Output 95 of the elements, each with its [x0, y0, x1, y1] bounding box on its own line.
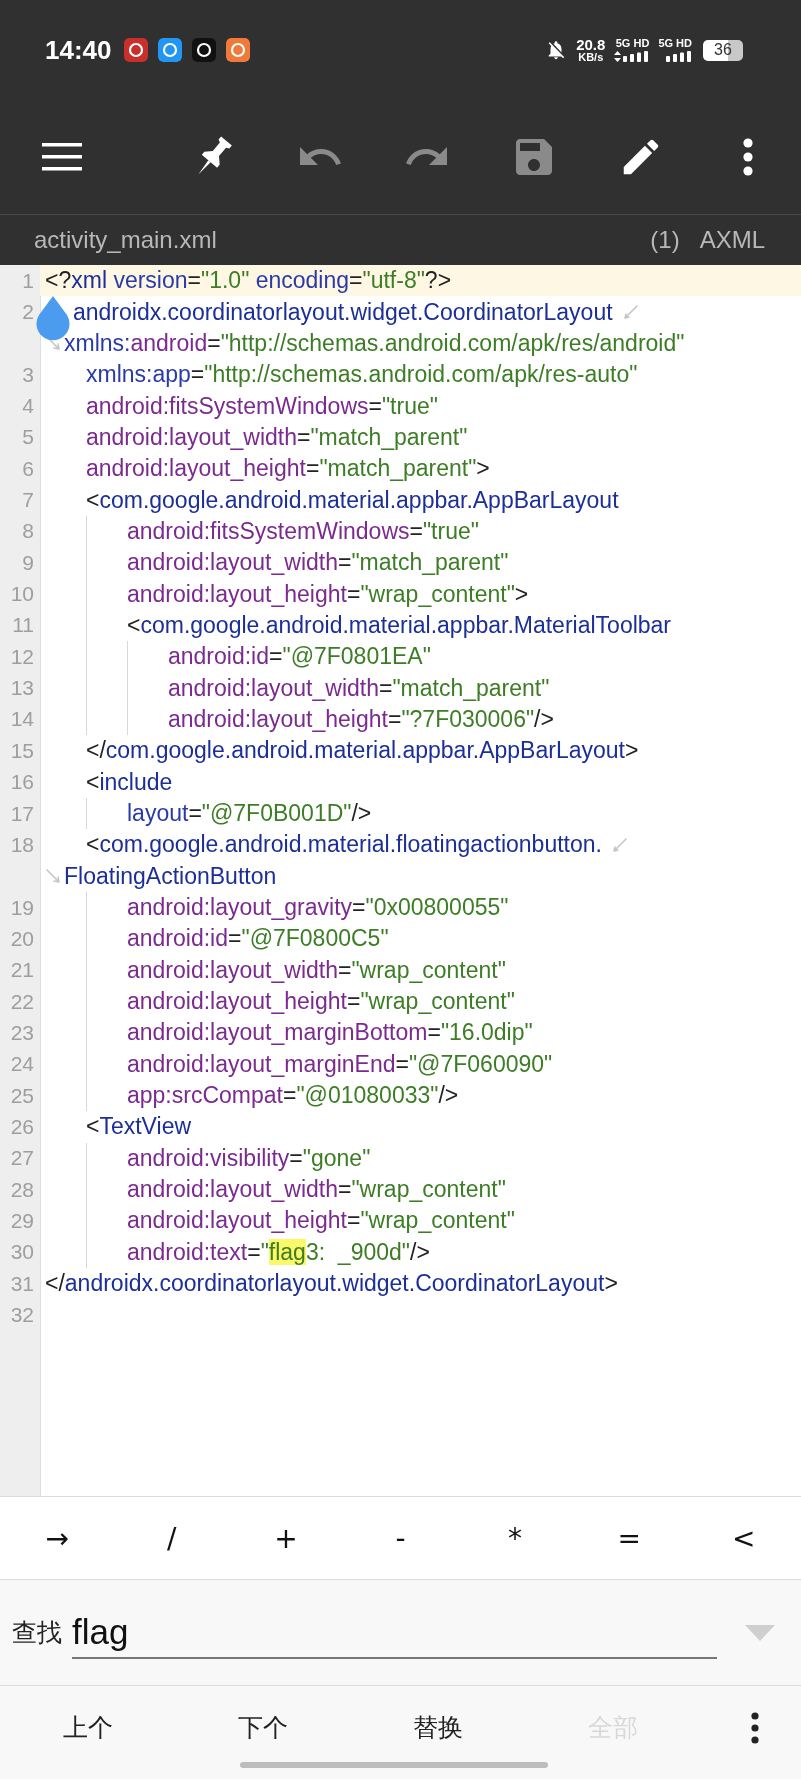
code-line: android:text="flag3: _900d"/>	[127, 1238, 430, 1266]
match-count: (1)	[650, 226, 680, 254]
line-number: 25	[9, 1082, 35, 1109]
line-number: 28	[9, 1176, 35, 1203]
file-mode: AXML	[699, 226, 765, 254]
speed-value: 20.8	[576, 37, 606, 52]
search-field[interactable]: flag	[72, 1606, 717, 1659]
line-number: 30	[9, 1239, 35, 1266]
code-line: FloatingActionButton	[64, 862, 277, 890]
speed-unit: KB/s	[578, 52, 604, 63]
code-line: <com.google.android.material.appbar.MaterialToolbar	[127, 611, 672, 639]
line-number: 29	[9, 1208, 35, 1234]
line-number: 12	[9, 643, 35, 670]
code-line: android:layout_height="wrap_content"	[127, 1207, 515, 1235]
action-button[interactable]: 上个	[0, 1703, 175, 1752]
code-line: android:layout_gravity="0x00800055"	[127, 894, 509, 922]
line-number: 24	[9, 1051, 35, 1078]
line-number: 11	[11, 612, 35, 639]
code-line: android:layout_marginEnd="@7F060090"	[127, 1050, 553, 1078]
symbol-key[interactable]: /	[114, 1497, 229, 1579]
code-line: android:layout_height="wrap_content"	[127, 988, 515, 1016]
code-line: android:id="@7F0801EA"	[168, 643, 431, 671]
line-number: 19	[9, 894, 35, 921]
line-number: 14	[9, 706, 35, 733]
code-line: <include	[86, 768, 173, 796]
line-number: 22	[9, 988, 35, 1015]
network-label: 5G HD	[658, 38, 692, 49]
code-line: android:fitsSystemWindows="true"	[86, 392, 438, 420]
symbol-key[interactable]: <	[686, 1497, 801, 1579]
line-number: 4	[21, 393, 35, 420]
line-number: 5	[21, 424, 35, 451]
line-number: 21	[9, 957, 35, 984]
line-number: 8	[21, 518, 35, 545]
code-line: android:layout_height="match_parent">	[86, 455, 490, 483]
action-button[interactable]: 替换	[350, 1703, 525, 1752]
search-bar[interactable]: 查找 flag	[0, 1579, 801, 1685]
code-line: android:layout_height="wrap_content">	[127, 580, 529, 608]
code-line: android:layout_width="match_parent"	[127, 549, 509, 577]
code-line: xmlns:android="http://schemas.android.com/apk/res/android"	[64, 329, 685, 357]
symbol-key[interactable]: =	[572, 1497, 687, 1579]
line-number: 2	[21, 299, 35, 325]
line-number: 27	[9, 1145, 35, 1172]
line-number: 18	[9, 831, 35, 858]
line-number: 1	[21, 267, 35, 294]
code-line: android:visibility="gone"	[127, 1144, 371, 1172]
menu-icon[interactable]	[42, 143, 82, 171]
code-line: android:layout_width="match_parent"	[86, 423, 468, 451]
code-line: android:layout_width="match_parent"	[168, 674, 550, 702]
code-line: android:layout_width="wrap_content"	[127, 1176, 506, 1204]
signal-icon	[666, 51, 692, 62]
code-line: android:layout_height="?7F030006"/>	[168, 706, 554, 733]
line-number: 16	[9, 769, 35, 796]
line-number: 23	[9, 1019, 35, 1046]
wrap-icon	[45, 868, 61, 885]
code-line: <com.google.android.material.floatingactionbutton.	[86, 831, 602, 859]
code-line: androidx.coordinatorlayout.widget.CoordinatorLayout	[73, 298, 613, 326]
signal-icon	[623, 51, 650, 62]
line-number: 13	[9, 675, 35, 702]
code-line: android:layout_width="wrap_content"	[127, 956, 506, 984]
network-label: 5G HD	[615, 38, 650, 49]
search-label: 查找	[12, 1617, 62, 1648]
line-number: 31	[9, 1270, 35, 1297]
code-line: </com.google.android.material.appbar.AppBarLayout>	[86, 737, 639, 765]
code-line: layout="@7F0B001D"/>	[127, 800, 372, 827]
line-number: 7	[21, 487, 35, 514]
code-line: </androidx.coordinatorlayout.widget.CoordinatorLayout>	[45, 1270, 618, 1298]
symbol-key[interactable]: -	[343, 1497, 458, 1579]
more-icon[interactable]	[751, 1711, 759, 1744]
code-line: xmlns:app="http://schemas.android.com/apk/res-auto"	[86, 361, 638, 389]
code-line: android:layout_marginBottom="16.0dip"	[127, 1019, 533, 1047]
code-line: android:id="@7F0800C5"	[127, 925, 389, 953]
line-number: 20	[9, 925, 35, 952]
symbol-key[interactable]: *	[457, 1497, 573, 1579]
file-name: activity_main.xml	[34, 226, 217, 254]
line-number: 26	[9, 1113, 35, 1140]
line-number: 15	[9, 737, 35, 764]
line-number: 6	[21, 455, 35, 482]
code-line: app:srcCompat="@01080033"/>	[127, 1082, 459, 1110]
symbol-key[interactable]: →	[0, 1497, 115, 1579]
line-number: 17	[9, 800, 35, 827]
action-button[interactable]: 下个	[175, 1703, 350, 1752]
code-line: <TextView	[86, 1113, 192, 1141]
line-number: 9	[21, 549, 35, 576]
code-line: <?xml version="1.0" encoding="utf-8"?>	[45, 267, 452, 295]
line-number: 3	[21, 361, 35, 388]
more-icon[interactable]	[742, 138, 753, 176]
status-time: 14:40	[45, 34, 112, 66]
code-line: android:fitsSystemWindows="true"	[127, 517, 479, 545]
wrap-icon	[622, 304, 639, 320]
wrap-icon	[611, 836, 628, 853]
symbol-key[interactable]: +	[228, 1497, 344, 1579]
code-line: <com.google.android.material.appbar.AppBarLayout	[86, 486, 619, 514]
line-number: 32	[9, 1302, 35, 1328]
battery-level: 36	[703, 39, 743, 61]
line-number: 10	[9, 581, 35, 608]
